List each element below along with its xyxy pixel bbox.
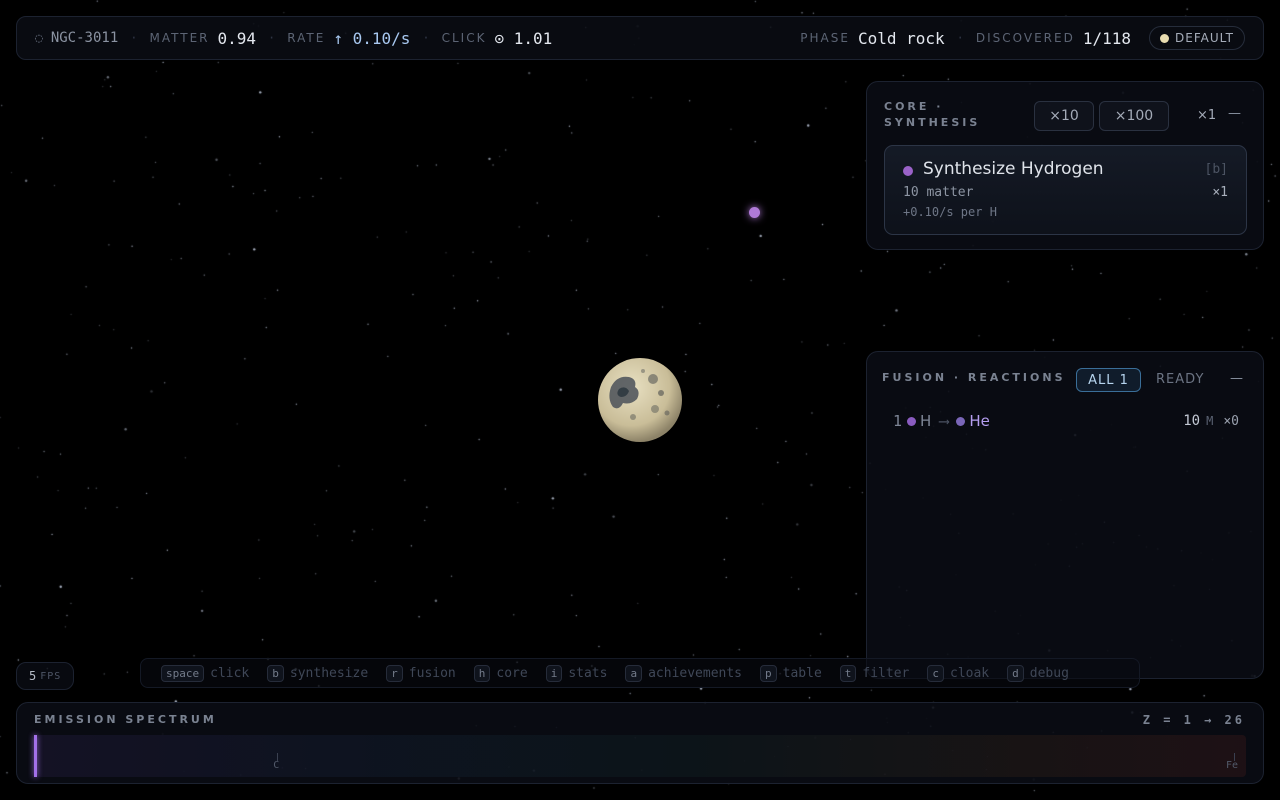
fps-label: FPS bbox=[40, 670, 62, 682]
discovered-stat: DISCOVERED 1/118 bbox=[976, 29, 1131, 48]
shortcut-key: p bbox=[760, 664, 777, 682]
shortcut-synthesize[interactable]: b synthesize bbox=[267, 664, 369, 682]
click-stat: CLICK ⊙ 1.01 bbox=[442, 29, 553, 48]
shortcut-achievements[interactable]: a achievements bbox=[625, 664, 743, 682]
reaction-number: 1 bbox=[893, 412, 903, 430]
phase-label: PHASE bbox=[800, 31, 850, 45]
shortcut-label: filter bbox=[862, 665, 910, 681]
shortcut-key: c bbox=[927, 664, 944, 682]
synth-cost: 10 matter bbox=[903, 185, 974, 200]
shortcut-label: debug bbox=[1029, 665, 1069, 681]
rate-stat: RATE ↑ 0.10/s bbox=[287, 29, 410, 48]
shortcut-fusion[interactable]: r fusion bbox=[386, 664, 456, 682]
spectrum-range: Z = 1 → 26 bbox=[1142, 713, 1245, 727]
spectrum-line bbox=[34, 735, 37, 777]
click-value: ⊙ 1.01 bbox=[494, 28, 553, 48]
phase-stat: PHASE Cold rock bbox=[800, 29, 944, 48]
emission-spectrum-panel: EMISSION SPECTRUM Z = 1 → 26 C Fe bbox=[16, 702, 1264, 784]
spectrum-title: EMISSION SPECTRUM bbox=[34, 713, 217, 726]
shortcut-label: achievements bbox=[648, 665, 743, 681]
reaction-output: He bbox=[969, 412, 990, 430]
shortcut-key: d bbox=[1007, 664, 1024, 682]
shortcut-label: fusion bbox=[408, 665, 456, 681]
phase-value: Cold rock bbox=[857, 28, 945, 48]
matter-label: MATTER bbox=[149, 31, 210, 45]
shortcut-debug[interactable]: d debug bbox=[1007, 664, 1069, 682]
hydrogen-dot-icon bbox=[903, 166, 913, 176]
helium-dot-icon bbox=[956, 416, 966, 426]
core-synthesis-panel: CORE · SYNTHESIS ×10 ×100 ×1 — Synthesiz… bbox=[866, 81, 1264, 250]
click-label: CLICK bbox=[441, 31, 487, 45]
shortcut-key: b bbox=[267, 664, 284, 682]
shortcut-label: synthesize bbox=[289, 665, 369, 681]
shortcut-stats[interactable]: i stats bbox=[545, 664, 608, 682]
shortcut-key: i bbox=[545, 664, 563, 682]
shortcut-label: click bbox=[210, 665, 250, 681]
planet-cold-rock[interactable] bbox=[597, 357, 683, 443]
core-panel-title: CORE · SYNTHESIS bbox=[884, 100, 981, 129]
reaction-count: ×0 bbox=[1223, 413, 1239, 429]
shortcut-key: h bbox=[473, 664, 491, 682]
synth-count: ×1 bbox=[1212, 185, 1228, 200]
discovered-value: 1/118 bbox=[1082, 28, 1132, 48]
keyboard-shortcut-bar: space click b synthesize r fusion h core i stats a… bbox=[140, 658, 1140, 688]
shortcut-key: a bbox=[625, 664, 643, 682]
hydrogen-particle bbox=[749, 207, 760, 218]
shortcut-table[interactable]: p table bbox=[760, 664, 822, 682]
separator: · bbox=[130, 31, 138, 45]
separator: · bbox=[956, 31, 964, 45]
shortcut-core[interactable]: h core bbox=[473, 664, 528, 682]
rate-label: RATE bbox=[287, 31, 326, 45]
spectrum-tick-label: C bbox=[273, 760, 280, 771]
shortcut-filter[interactable]: t filter bbox=[839, 664, 910, 682]
reaction-cost-unit: M bbox=[1206, 414, 1214, 428]
fps-value: 5 bbox=[29, 669, 37, 683]
spectrum-tick-label: Fe bbox=[1226, 760, 1239, 771]
current-multiplier[interactable]: ×1 bbox=[1197, 108, 1216, 123]
shortcut-key: t bbox=[839, 664, 857, 682]
multiplier-100-button[interactable]: ×100 bbox=[1099, 101, 1169, 131]
rate-value: ↑ 0.10/s bbox=[333, 28, 411, 48]
synthesize-hydrogen-card[interactable]: Synthesize Hydrogen [b] 10 matter ×1 +0.… bbox=[884, 145, 1247, 235]
hydrogen-dot-icon bbox=[907, 416, 917, 426]
multiplier-10-button[interactable]: ×10 bbox=[1034, 101, 1094, 131]
fusion-panel-title: FUSION · REACTIONS bbox=[882, 371, 1066, 384]
theme-toggle-button[interactable]: DEFAULT bbox=[1149, 26, 1245, 50]
fusion-reactions-panel: FUSION · REACTIONS ALL 1 READY — 1 H ⟶ H… bbox=[866, 351, 1264, 679]
shortcut-label: core bbox=[496, 665, 528, 681]
theme-dot-icon bbox=[1160, 33, 1170, 43]
collapse-fusion-button[interactable]: — bbox=[1230, 371, 1243, 386]
system-name: NGC-3011 bbox=[50, 30, 119, 46]
fps-counter: 5 FPS bbox=[16, 662, 75, 690]
top-status-bar: ◌ NGC-3011 · MATTER 0.94 · RATE ↑ 0.10/s… bbox=[16, 16, 1264, 60]
reaction-cost: 10 bbox=[1183, 413, 1201, 429]
matter-value: 0.94 bbox=[217, 28, 257, 48]
reaction-row[interactable]: 1 H ⟶ He 10 M ×0 bbox=[893, 410, 1239, 432]
matter-stat: MATTER 0.94 bbox=[150, 29, 257, 48]
discovered-label: DISCOVERED bbox=[975, 31, 1075, 45]
shortcut-click[interactable]: space click bbox=[161, 664, 250, 682]
tab-ready[interactable]: READY bbox=[1156, 372, 1204, 387]
shortcut-label: table bbox=[782, 665, 822, 681]
spectrum-strip[interactable]: C Fe bbox=[34, 735, 1246, 777]
reaction-input: H bbox=[920, 412, 932, 430]
galaxy-icon: ◌ bbox=[35, 30, 43, 46]
shortcut-key: space bbox=[161, 664, 205, 682]
theme-label: DEFAULT bbox=[1175, 31, 1234, 45]
tab-all[interactable]: ALL 1 bbox=[1076, 368, 1141, 392]
shortcut-key: r bbox=[386, 664, 403, 682]
shortcut-label: cloak bbox=[950, 665, 990, 681]
synth-title: Synthesize Hydrogen bbox=[923, 159, 1104, 179]
collapse-core-button[interactable]: — bbox=[1228, 106, 1241, 121]
shortcut-label: stats bbox=[568, 665, 608, 681]
synth-hotkey: [b] bbox=[1204, 162, 1228, 177]
shortcut-cloak[interactable]: c cloak bbox=[927, 664, 990, 682]
separator: · bbox=[268, 31, 276, 45]
separator: · bbox=[422, 31, 430, 45]
synth-rate: +0.10/s per H bbox=[903, 205, 997, 219]
reaction-arrow-icon: ⟶ bbox=[939, 412, 949, 430]
